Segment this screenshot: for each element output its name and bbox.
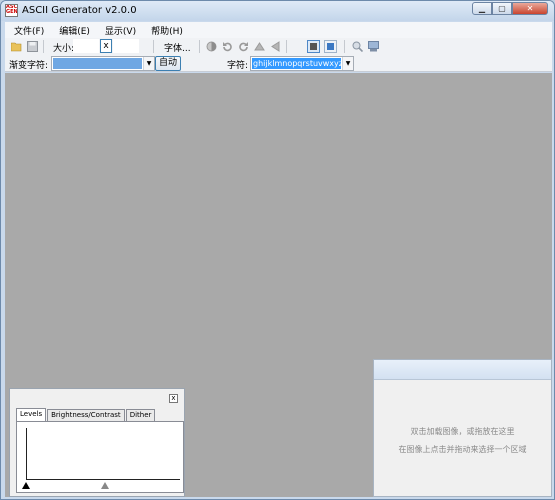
app-window: ASC GEN ASCII Generator v2.0.0 ▁ ▢ ✕ 文件(… [0, 0, 555, 500]
menu-file[interactable]: 文件(F) [8, 24, 50, 37]
chars-label: 字符: [227, 61, 249, 71]
chevron-down-icon[interactable]: ▼ [143, 57, 154, 70]
midtone-slider[interactable] [101, 482, 109, 489]
panel-tabs: Levels Brightness/Contrast Dither [16, 408, 156, 421]
toolbar-separator [286, 40, 287, 53]
white-on-black-icon[interactable] [324, 40, 337, 53]
tab-levels[interactable]: Levels [16, 408, 47, 421]
toolbar-separator [344, 40, 345, 53]
height-input[interactable] [113, 39, 139, 53]
menu-help[interactable]: 帮助(H) [145, 24, 189, 37]
menu-view[interactable]: 显示(V) [99, 24, 142, 37]
rotate-right-icon[interactable] [238, 41, 249, 52]
toolbar-separator [199, 40, 200, 53]
black-point-slider[interactable] [22, 482, 30, 489]
width-input[interactable] [73, 39, 99, 53]
gradient-selection [53, 58, 142, 69]
toolbar-characters: 渐变字符: ▼ 自动 字符: ghijklmnopqrstuvwxyz$ ▼ [5, 55, 552, 72]
flip-horizontal-icon[interactable] [270, 41, 281, 52]
size-separator: x [100, 39, 112, 53]
levels-histogram [16, 421, 184, 493]
window-title: ASCII Generator v2.0.0 [22, 5, 137, 16]
contrast-icon[interactable] [206, 41, 217, 52]
gradient-combo[interactable]: ▼ [51, 56, 155, 71]
flip-vertical-icon[interactable] [254, 41, 265, 52]
menu-bar: 文件(F) 编辑(E) 显示(V) 帮助(H) [5, 22, 552, 38]
levels-panel: x Levels Brightness/Contrast Dither [9, 388, 185, 497]
toolbar-separator [43, 40, 44, 53]
tab-dither[interactable]: Dither [125, 409, 156, 421]
auto-button[interactable]: 自动 [155, 56, 181, 71]
tab-brightness-contrast[interactable]: Brightness/Contrast [47, 409, 125, 421]
white-point-slider[interactable] [174, 481, 184, 490]
image-preview-panel[interactable]: 双击加载图像，或拖放在这里 在图像上点击并拖动来选择一个区域 [373, 359, 552, 497]
save-icon[interactable] [27, 41, 38, 52]
gradient-label: 渐变字符: [9, 61, 49, 71]
maximize-button[interactable]: ▢ [492, 2, 512, 15]
histogram-y-axis [26, 428, 27, 479]
panel-close-button[interactable]: x [169, 394, 178, 403]
app-icon: ASC GEN [5, 4, 18, 17]
export-image-icon[interactable] [368, 41, 379, 52]
rotate-left-icon[interactable] [222, 41, 233, 52]
histogram-x-axis [26, 479, 180, 480]
title-bar: ASC GEN ASCII Generator v2.0.0 ▁ ▢ ✕ [1, 1, 554, 21]
load-image-hint: 双击加载图像，或拖放在这里 [410, 427, 515, 436]
chars-value: ghijklmnopqrstuvwxyz$ [252, 58, 341, 69]
window-controls: ▁ ▢ ✕ [472, 2, 548, 15]
menu-edit[interactable]: 编辑(E) [53, 24, 96, 37]
chevron-down-icon[interactable]: ▼ [342, 57, 353, 70]
close-button[interactable]: ✕ [512, 2, 548, 15]
open-folder-icon[interactable] [11, 41, 22, 52]
font-button[interactable]: 字体... [164, 41, 191, 54]
preview-header [374, 360, 551, 380]
black-on-white-icon[interactable] [307, 40, 320, 53]
toolbar-main: 大小: x 字体... [5, 38, 552, 55]
select-area-hint: 在图像上点击并拖动来选择一个区域 [398, 445, 527, 454]
size-label: 大小: [53, 44, 75, 54]
zoom-icon[interactable] [352, 41, 363, 52]
chars-combo[interactable]: ghijklmnopqrstuvwxyz$ ▼ [250, 56, 354, 71]
toolbar-separator [153, 40, 154, 53]
minimize-button[interactable]: ▁ [472, 2, 492, 15]
